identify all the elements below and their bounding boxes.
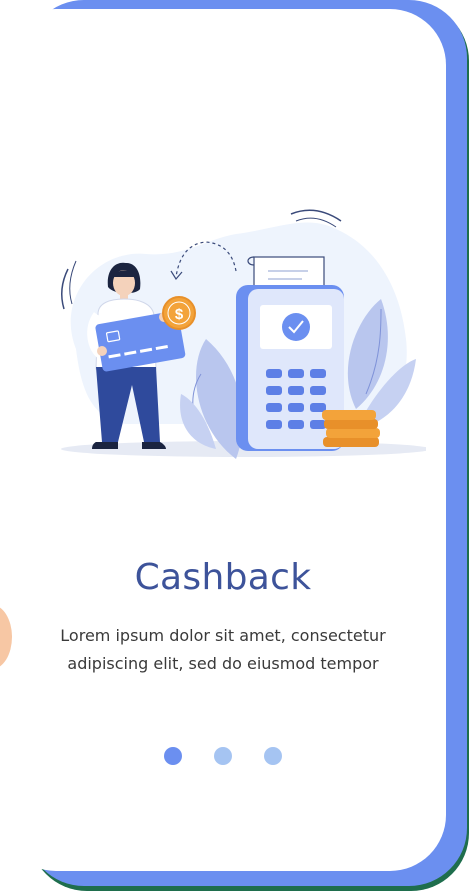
- page-title: Cashback: [134, 557, 312, 598]
- onboarding-card: $ Cashback Lorem ipsum dolor sit amet, c…: [0, 9, 446, 871]
- page-description: Lorem ipsum dolor sit amet, consectetur …: [20, 622, 426, 678]
- description-line-2: adipiscing elit, sed do eiusmod tempor: [67, 654, 379, 673]
- page-indicator-dot-1[interactable]: [164, 747, 182, 765]
- svg-text:$: $: [175, 306, 184, 323]
- description-line-1: Lorem ipsum dolor sit amet, consectetur: [60, 626, 386, 645]
- dollar-coin-icon: $: [162, 296, 196, 330]
- page-indicator-dot-3[interactable]: [264, 747, 282, 765]
- page-indicator-dot-2[interactable]: [214, 747, 232, 765]
- cashback-payment-illustration: $: [61, 209, 426, 459]
- decorative-blob: [0, 605, 12, 669]
- page-indicator: [0, 747, 446, 765]
